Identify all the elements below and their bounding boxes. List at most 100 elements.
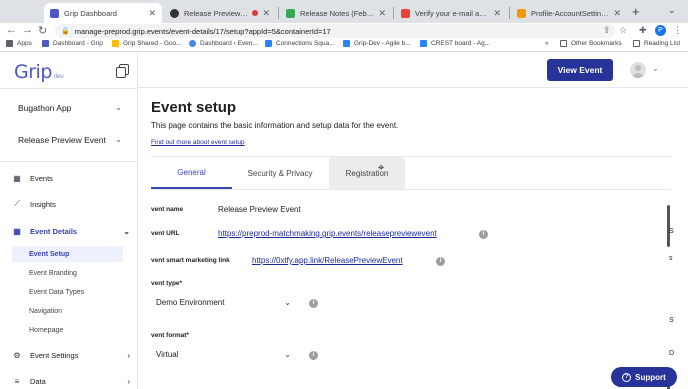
google-icon	[189, 40, 196, 47]
bookmark-reading-list[interactable]: Reading List	[633, 40, 680, 47]
gmail-favicon	[401, 8, 410, 18]
page-favicon	[517, 8, 526, 18]
bookmarks-bar: Apps Dashboard - Grip Grip Shared - Goo.…	[0, 39, 688, 52]
sidebar-item-event-details[interactable]: ▦ Event Details ⌄	[12, 223, 130, 239]
app-root: Grip dev Bugathon App ⌄ Release Preview E…	[0, 53, 688, 389]
list-icon: ≡	[14, 376, 20, 386]
back-icon[interactable]: ←	[6, 24, 17, 36]
user-avatar[interactable]	[630, 62, 646, 78]
recording-icon	[252, 10, 259, 16]
tab-search-icon[interactable]: ⌄	[668, 5, 676, 16]
sidebar-item-event-settings[interactable]: ⚙ Event Settings ›	[12, 347, 130, 363]
tab-general[interactable]: General	[151, 157, 232, 189]
sidebar-subitem-navigation[interactable]: Navigation	[12, 303, 123, 319]
close-tab-icon[interactable]: ✕	[613, 8, 621, 19]
more-menu-icon[interactable]: ⋮	[673, 25, 682, 36]
event-name-value[interactable]: Release Preview Event	[218, 205, 301, 214]
extensions-icon[interactable]: ✚	[639, 25, 647, 36]
sidebar-item-data[interactable]: ≡ Data ›	[12, 373, 130, 389]
tab-registration[interactable]: Registration	[329, 157, 405, 189]
app-selector[interactable]: Bugathon App ⌄	[18, 103, 122, 113]
collapse-sidebar-icon[interactable]	[116, 64, 129, 78]
bookmark-grip-dev[interactable]: Grip-Dev - Agile b...	[343, 40, 411, 47]
close-tab-icon[interactable]: ✕	[378, 8, 386, 19]
folder-icon	[560, 40, 567, 47]
close-tab-icon[interactable]: ✕	[493, 8, 501, 19]
calendar-icon: ▦	[13, 173, 21, 183]
bookmark-grip-shared[interactable]: Grip Shared - Goo...	[112, 40, 182, 47]
reload-icon[interactable]: ↻	[38, 24, 47, 37]
grip-logo[interactable]: Grip dev	[14, 61, 64, 83]
reading-list-icon	[633, 40, 640, 47]
chevron-down-icon: ⌄	[115, 103, 122, 112]
chevron-down-icon[interactable]: ⌄	[652, 64, 659, 73]
chevron-right-icon: ›	[127, 350, 130, 360]
info-icon[interactable]: i	[479, 230, 488, 239]
jira-icon	[420, 40, 427, 47]
sidebar: Grip dev Bugathon App ⌄ Release Preview E…	[0, 53, 138, 389]
jira-icon	[343, 40, 350, 47]
share-icon[interactable]: ⇪	[603, 25, 611, 36]
sidebar-subitem-homepage[interactable]: Homepage	[12, 322, 123, 338]
close-tab-icon[interactable]: ✕	[148, 8, 156, 19]
event-format-label: vent format*	[151, 332, 189, 339]
setup-tabs: General Security & Privacy Registration	[151, 157, 671, 190]
bookmark-star-icon[interactable]: ☆	[619, 25, 627, 36]
sidebar-subitem-event-setup[interactable]: Event Setup	[12, 246, 123, 262]
browser-tab-release-notes[interactable]: Release Notes (February 202 ✕	[280, 3, 392, 23]
info-icon[interactable]: i	[309, 299, 318, 308]
bookmark-dashboard-grip[interactable]: Dashboard - Grip	[42, 40, 103, 47]
jira-icon	[265, 40, 272, 47]
close-tab-icon[interactable]: ✕	[262, 8, 270, 19]
chevron-down-icon: ⌄	[115, 135, 122, 144]
chevron-right-icon: ›	[127, 376, 130, 386]
top-header: View Event ⌄	[138, 53, 688, 88]
sidebar-item-insights[interactable]: ⟋ Insights	[12, 196, 130, 212]
browser-tab-profile-account[interactable]: Profile-AccountSetting -> De ✕	[511, 3, 627, 23]
profile-avatar[interactable]: P	[655, 25, 666, 36]
browser-tab-grip-dashboard[interactable]: Grip Dashboard ✕	[44, 3, 162, 23]
apps-grid-icon	[6, 40, 13, 47]
page-favicon	[170, 8, 179, 18]
event-url-label: vent URL	[151, 230, 180, 237]
event-type-select[interactable]: Demo Environment ⌄	[156, 295, 291, 309]
event-url-link[interactable]: https://preprod-matchmaking.grip.events/…	[218, 229, 437, 238]
learn-more-link[interactable]: Find out more about event setup	[151, 139, 245, 146]
bookmark-crest-board[interactable]: CREST board - Ag...	[420, 40, 490, 47]
forward-icon[interactable]: →	[22, 24, 33, 36]
browser-toolbar: ← → ↻ 🔒 manage-preprod.grip.events/event…	[0, 23, 688, 39]
grip-favicon	[42, 40, 49, 47]
bookmark-connections[interactable]: Connections Squa...	[265, 40, 335, 47]
new-tab-icon[interactable]: +	[632, 4, 640, 19]
browser-tab-release-preview[interactable]: Release Preview Event M ✕	[164, 3, 276, 23]
bookmark-dashboard-even[interactable]: Dashboard ‹ Even...	[189, 40, 258, 47]
bookmarks-overflow[interactable]: »	[545, 40, 549, 47]
drive-icon	[112, 40, 119, 47]
lock-icon: 🔒	[61, 28, 70, 35]
mouse-cursor-icon: ⌖	[378, 162, 385, 174]
sidebar-item-events[interactable]: ▦ Events	[12, 170, 130, 186]
bookmark-apps[interactable]: Apps	[6, 40, 32, 47]
browser-tab-verify-email[interactable]: Verify your e-mail address fo ✕	[395, 3, 507, 23]
gear-icon: ⚙	[13, 350, 21, 360]
tab-security-privacy[interactable]: Security & Privacy	[232, 157, 328, 189]
event-format-select[interactable]: Virtual ⌄	[156, 347, 291, 361]
chevron-down-icon: ⌄	[123, 226, 130, 236]
sidebar-subitem-event-data-types[interactable]: Event Data Types	[12, 284, 123, 300]
trend-icon: ⟋	[14, 199, 20, 208]
sidebar-subitem-event-branding[interactable]: Event Branding	[12, 265, 123, 281]
main-content: Event setup This page contains the basic…	[138, 88, 688, 389]
smart-link-value[interactable]: https://0xtfy.app.link/ReleasePreviewEve…	[252, 256, 403, 265]
page-description: This page contains the basic information…	[151, 121, 399, 130]
cropped-text: D	[669, 350, 675, 357]
event-selector[interactable]: Release Preview Event ⌄	[18, 135, 122, 145]
info-icon[interactable]: i	[436, 257, 445, 266]
address-bar[interactable]: 🔒 manage-preprod.grip.events/event-detai…	[55, 24, 615, 38]
content-scrollbar[interactable]	[667, 205, 670, 247]
bookmark-other[interactable]: Other Bookmarks	[560, 40, 622, 47]
support-button[interactable]: ? Support	[611, 367, 677, 387]
page-title: Event setup	[151, 99, 237, 116]
view-event-button[interactable]: View Event	[547, 59, 613, 81]
info-icon[interactable]: i	[309, 351, 318, 360]
cropped-text: s	[669, 255, 673, 262]
